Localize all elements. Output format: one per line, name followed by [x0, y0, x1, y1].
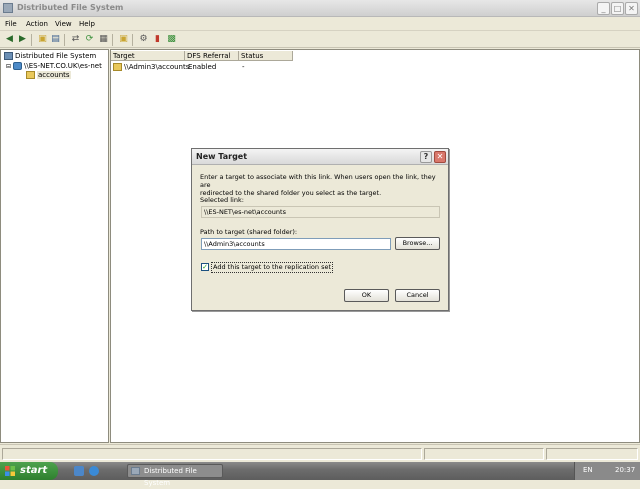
tree-item-root[interactable]: Distributed File System: [4, 52, 96, 61]
menu-file[interactable]: File: [5, 20, 17, 28]
check-status-icon[interactable]: ▩: [166, 34, 177, 45]
forward-arrow-icon[interactable]: ▶: [17, 34, 28, 45]
minimize-button[interactable]: _: [597, 2, 610, 15]
tree-pane[interactable]: Distributed File System ⊟ \\ES-NET.CO.UK\…: [0, 49, 109, 443]
taskbar-item-dfs[interactable]: Distributed File System: [127, 464, 223, 487]
menu-help[interactable]: Help: [79, 20, 95, 28]
replication-checkbox[interactable]: ✓: [201, 263, 209, 271]
chart-icon[interactable]: ▮: [152, 34, 163, 45]
properties-icon[interactable]: ⚙: [138, 34, 149, 45]
namespace-icon: [13, 62, 23, 70]
back-arrow-icon[interactable]: ◀: [4, 34, 15, 45]
dialog-title: New Target: [196, 152, 248, 161]
referral-cell: Enabled: [188, 63, 217, 71]
status-cell: -: [242, 63, 245, 71]
dialog-description: Enter a target to associate with this li…: [200, 173, 436, 197]
internet-explorer-icon[interactable]: [89, 466, 99, 476]
column-dfs-referral[interactable]: DFS Referral: [185, 51, 239, 61]
refresh-icon[interactable]: ⟳: [84, 34, 95, 45]
path-input[interactable]: \\Admin3\accounts: [201, 238, 391, 250]
toolbar-separator: [112, 34, 113, 46]
quick-launch-app-icon[interactable]: [74, 466, 84, 476]
status-segment: [2, 448, 422, 460]
show-tree-icon[interactable]: ▤: [50, 34, 61, 45]
dfs-icon: [131, 467, 140, 475]
column-status[interactable]: Status: [239, 51, 293, 61]
selected-link-label: Selected link:: [200, 196, 244, 204]
dialog-title-bar[interactable]: New Target ? ✕: [192, 149, 448, 165]
close-button[interactable]: ✕: [625, 2, 638, 15]
toolbar-separator: [31, 34, 32, 46]
app-icon: [3, 3, 13, 13]
menu-bar: File Action View Help: [0, 18, 640, 31]
browse-button[interactable]: Browse...: [395, 237, 440, 250]
new-target-dialog: New Target ? ✕ Enter a target to associa…: [191, 148, 449, 311]
toolbar-separator: [64, 34, 65, 46]
column-target[interactable]: Target: [111, 51, 185, 61]
collapse-icon[interactable]: ⊟: [6, 63, 11, 70]
connect-icon[interactable]: ⇄: [70, 34, 81, 45]
export-list-icon[interactable]: ▦: [98, 34, 109, 45]
target-cell: \\Admin3\accounts: [113, 63, 189, 71]
title-bar[interactable]: Distributed File System _ □ ✕: [0, 0, 640, 17]
new-link-icon[interactable]: ▣: [118, 34, 129, 45]
help-button[interactable]: ?: [420, 151, 432, 163]
shared-folder-icon: [113, 63, 122, 71]
toolbar: ◀ ▶ ▣ ▤ ⇄ ⟳ ▦ ▣ ⚙ ▮ ▩: [0, 32, 640, 48]
path-label: Path to target (shared folder):: [200, 228, 298, 236]
menu-view[interactable]: View: [55, 20, 72, 28]
windows-logo-icon: [5, 466, 15, 476]
taskbar: start Distributed File System EN 20:37: [0, 462, 640, 487]
window-title: Distributed File System: [17, 3, 124, 12]
maximize-button[interactable]: □: [611, 2, 624, 15]
folder-up-icon[interactable]: ▣: [37, 34, 48, 45]
replication-checkbox-label[interactable]: Add this target to the replication set: [211, 262, 334, 273]
selected-link-field: \\ES-NET\es-net\accounts: [201, 206, 440, 218]
ok-button[interactable]: OK: [344, 289, 389, 302]
system-tray: EN 20:37: [574, 462, 640, 480]
language-indicator[interactable]: EN: [583, 466, 593, 474]
clock[interactable]: 20:37: [615, 466, 635, 474]
tree-item-accounts[interactable]: accounts: [26, 71, 71, 80]
status-segment: [424, 448, 544, 460]
folder-link-icon: [26, 71, 35, 79]
dfs-icon: [4, 52, 13, 60]
tree-item-namespace[interactable]: ⊟ \\ES-NET.CO.UK\es-net: [6, 62, 102, 71]
menu-action[interactable]: Action: [26, 20, 48, 28]
toolbar-separator: [132, 34, 133, 46]
status-bar: [0, 444, 640, 462]
dialog-close-button[interactable]: ✕: [434, 151, 446, 163]
cancel-button[interactable]: Cancel: [395, 289, 440, 302]
start-button[interactable]: start: [0, 462, 58, 480]
status-segment: [546, 448, 638, 460]
